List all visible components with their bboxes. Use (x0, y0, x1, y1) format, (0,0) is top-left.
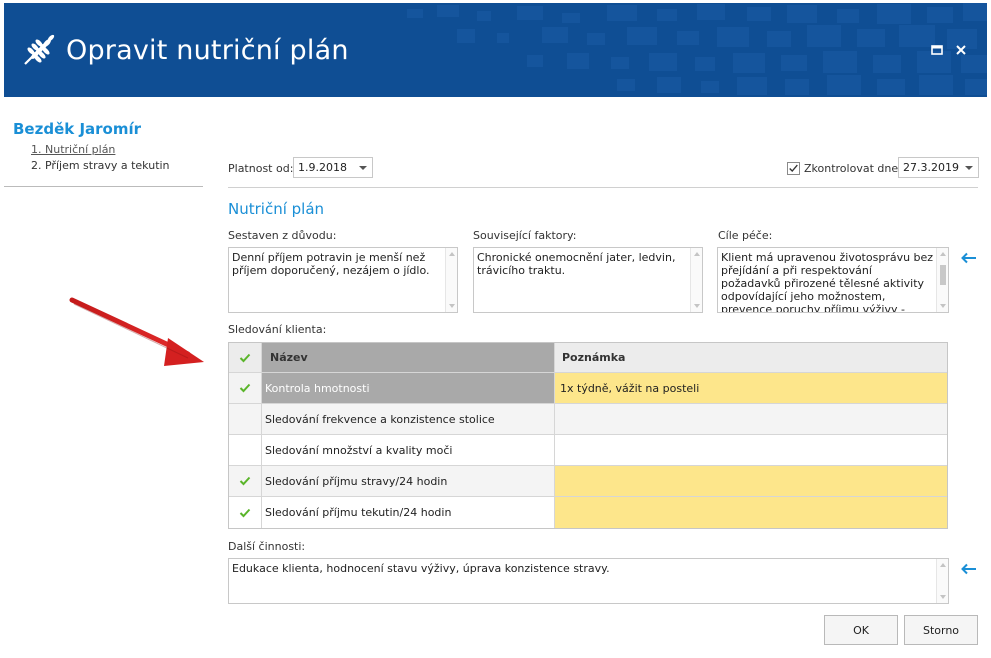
monitoring-label: Sledování klienta: (228, 323, 327, 336)
grid-header-row: Název Poznámka (229, 343, 947, 373)
section-title: Nutriční plán (228, 200, 325, 218)
row-note-cell[interactable] (555, 404, 947, 434)
factors-textarea[interactable]: Chronické onemocnění jater, ledvin, tráv… (473, 247, 703, 313)
reason-text: Denní příjem potravin je menší než příje… (232, 251, 430, 277)
factors-text: Chronické onemocnění jater, ledvin, tráv… (477, 251, 676, 277)
other-activities-textarea[interactable]: Edukace klienta, hodnocení stavu výživy,… (228, 558, 949, 604)
chevron-down-icon (965, 166, 973, 170)
row-note-cell[interactable] (555, 435, 947, 465)
check-date-select[interactable]: 27.3.2019 (898, 157, 979, 178)
row-note-cell[interactable]: 1x týdně, vážit na posteli (555, 373, 947, 403)
checkmark-icon (239, 508, 251, 517)
goals-textarea[interactable]: Klient má upravenou životosprávu bez pře… (717, 247, 949, 313)
row-note-cell[interactable] (555, 497, 947, 528)
validity-date-value: 1.9.2018 (298, 161, 347, 174)
row-check-cell[interactable] (229, 497, 262, 528)
table-row[interactable]: Sledování množství a kvality moči (229, 435, 947, 466)
column-header-name[interactable]: Název (262, 343, 555, 372)
reason-scrollbar[interactable] (445, 248, 457, 312)
nav-item-nutrition-plan[interactable]: 1. Nutriční plán (31, 143, 115, 156)
table-row[interactable]: Sledování příjmu tekutin/24 hodin (229, 497, 947, 528)
nav-divider (4, 186, 203, 187)
validity-date-select[interactable]: 1.9.2018 (293, 157, 373, 178)
checkmark-icon (239, 476, 251, 486)
goals-scrollbar[interactable] (936, 248, 948, 312)
arrow-left-icon[interactable] (961, 563, 977, 575)
factors-label: Související faktory: (473, 229, 577, 242)
window-title: Opravit nutriční plán (66, 35, 349, 66)
row-check-cell[interactable] (229, 373, 262, 403)
other-activities-text: Edukace klienta, hodnocení stavu výživy,… (232, 562, 610, 575)
monitoring-grid: Název Poznámka Kontrola hmotnosti 1x týd… (228, 342, 948, 529)
table-row[interactable]: Sledování příjmu stravy/24 hodin (229, 466, 947, 497)
title-bar-pattern (407, 3, 987, 95)
wheat-icon (24, 34, 55, 65)
close-icon[interactable] (954, 43, 968, 57)
row-name-cell[interactable]: Kontrola hmotnosti (262, 373, 555, 403)
cancel-button[interactable]: Storno (904, 615, 978, 645)
nav-item-food-fluid-intake[interactable]: 2. Příjem stravy a tekutin (31, 159, 170, 172)
row-name-cell[interactable]: Sledování množství a kvality moči (262, 435, 555, 465)
checkmark-icon (239, 353, 251, 362)
reason-label: Sestaven z důvodu: (228, 229, 337, 242)
table-row[interactable]: Sledování frekvence a konzistence stolic… (229, 404, 947, 435)
arrow-left-icon[interactable] (961, 252, 977, 264)
checkmark-icon (239, 383, 251, 393)
checkmark-icon (789, 164, 798, 173)
row-check-cell[interactable] (229, 435, 262, 465)
row-note-cell[interactable] (555, 466, 947, 496)
check-date-checkbox[interactable] (787, 162, 800, 175)
other-activities-scrollbar[interactable] (936, 559, 948, 603)
goals-label: Cíle péče: (718, 229, 773, 242)
other-activities-label: Další činnosti: (228, 540, 306, 553)
factors-scrollbar[interactable] (690, 248, 702, 312)
annotation-arrow-icon (69, 297, 204, 366)
chevron-down-icon (359, 166, 367, 170)
row-check-cell[interactable] (229, 466, 262, 496)
row-name-cell[interactable]: Sledování příjmu stravy/24 hodin (262, 466, 555, 496)
validity-label: Platnost od: (228, 162, 294, 175)
client-name: Bezděk Jaromír (13, 120, 142, 138)
reason-textarea[interactable]: Denní příjem potravin je menší než příje… (228, 247, 458, 313)
header-check-cell[interactable] (229, 343, 262, 372)
table-row[interactable]: Kontrola hmotnosti 1x týdně, vážit na po… (229, 373, 947, 404)
row-check-cell[interactable] (229, 404, 262, 434)
goals-text: Klient má upravenou životosprávu bez pře… (721, 251, 934, 313)
row-name-cell[interactable]: Sledování příjmu tekutin/24 hodin (262, 497, 555, 528)
column-header-note[interactable]: Poznámka (555, 343, 947, 372)
ok-button[interactable]: OK (824, 615, 898, 645)
maximize-icon[interactable] (930, 43, 944, 57)
row-name-cell[interactable]: Sledování frekvence a konzistence stolic… (262, 404, 555, 434)
top-divider (228, 187, 978, 188)
check-date-value: 27.3.2019 (903, 161, 959, 174)
title-bar: Opravit nutriční plán (4, 3, 987, 97)
check-date-label: Zkontrolovat dne: (804, 162, 902, 175)
